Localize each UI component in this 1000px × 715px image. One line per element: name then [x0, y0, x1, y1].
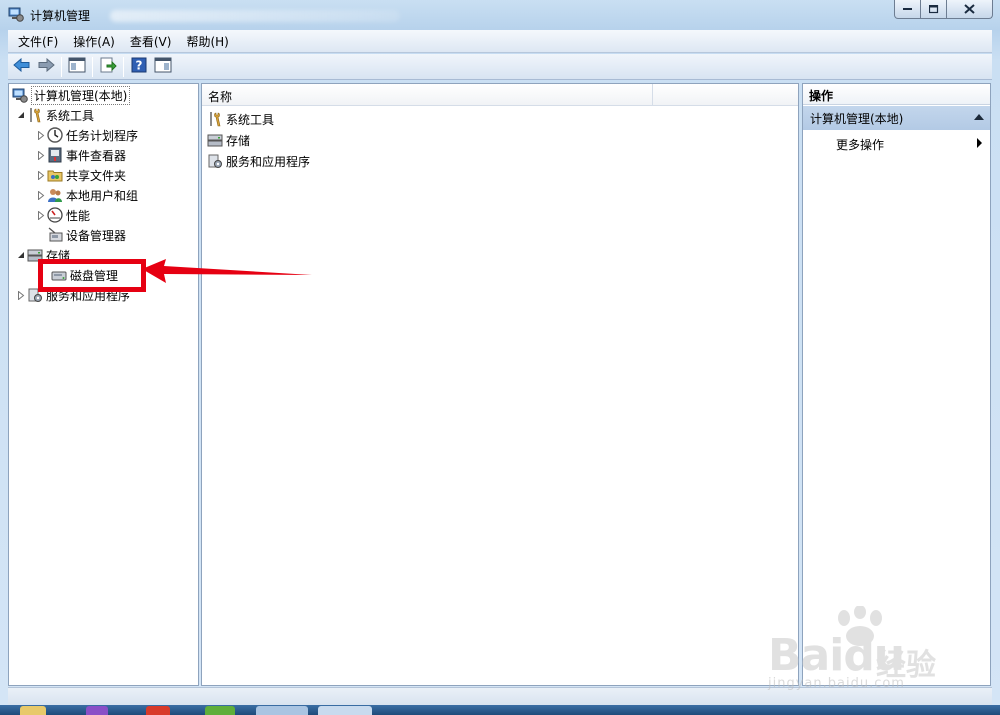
services-icon	[207, 153, 223, 169]
tree-item-performance[interactable]: 性能	[35, 205, 90, 225]
list-item[interactable]: 系统工具	[207, 109, 274, 129]
back-icon	[13, 57, 31, 75]
taskbar-button[interactable]	[86, 706, 108, 715]
list-item-label: 服务和应用程序	[226, 154, 311, 169]
taskbar-button[interactable]	[205, 706, 235, 715]
tree-item-device-manager[interactable]: 设备管理器	[47, 225, 126, 245]
help-icon: ?	[131, 57, 147, 76]
close-button[interactable]	[947, 0, 993, 19]
menu-action[interactable]: 操作(A)	[68, 33, 120, 50]
svg-text:?: ?	[136, 59, 143, 73]
taskbar-button[interactable]	[318, 706, 372, 715]
actions-section[interactable]: 计算机管理(本地)	[803, 106, 990, 130]
collapsed-arrow-icon[interactable]	[35, 129, 47, 141]
submenu-arrow-icon[interactable]	[977, 138, 982, 148]
collapsed-arrow-icon[interactable]	[35, 149, 47, 161]
list-item-label: 系统工具	[226, 112, 275, 127]
export-list-button[interactable]	[97, 56, 119, 78]
toolbar-separator	[123, 56, 124, 77]
users-icon	[47, 187, 63, 203]
show-hide-tree-icon	[68, 57, 86, 76]
event-viewer-icon	[47, 147, 63, 163]
list-item-label: 存储	[226, 133, 251, 148]
actions-section-label: 计算机管理(本地)	[810, 112, 904, 126]
actions-pane: 操作 计算机管理(本地) 更多操作	[802, 83, 991, 686]
menu-view[interactable]: 查看(V)	[125, 33, 177, 50]
export-list-icon	[99, 57, 117, 76]
tools-icon	[27, 107, 43, 123]
back-button[interactable]	[11, 56, 33, 78]
forward-button[interactable]	[35, 56, 57, 78]
tree-item-root[interactable]: 计算机管理(本地)	[12, 85, 131, 105]
collapsed-arrow-icon[interactable]	[35, 189, 47, 201]
list-item[interactable]: 服务和应用程序	[207, 151, 310, 171]
tree-label: 本地用户和组	[66, 188, 139, 203]
tree-label: 事件查看器	[66, 148, 127, 163]
list-header: 名称	[202, 84, 798, 106]
tree-label: 任务计划程序	[66, 128, 139, 143]
tree-item-shared-folders[interactable]: 共享文件夹	[35, 165, 126, 185]
expanded-arrow-icon[interactable]	[15, 109, 27, 121]
computer-management-icon	[8, 6, 24, 22]
performance-icon	[47, 207, 63, 223]
window-title: 计算机管理	[30, 9, 91, 23]
taskbar-button[interactable]	[256, 706, 308, 715]
tree-item-system-tools[interactable]: 系统工具	[15, 105, 94, 125]
taskbar-button[interactable]	[20, 706, 46, 715]
taskbar-button[interactable]	[146, 706, 170, 715]
show-hide-action-pane-icon	[154, 57, 172, 76]
tree-label: 系统工具	[46, 108, 95, 123]
collapse-up-icon[interactable]	[974, 114, 984, 120]
tree-item-local-users-groups[interactable]: 本地用户和组	[35, 185, 138, 205]
caption-buttons	[894, 0, 993, 19]
collapsed-arrow-icon[interactable]	[35, 169, 47, 181]
storage-icon	[207, 132, 223, 148]
menu-bar: 文件(F) 操作(A) 查看(V) 帮助(H)	[8, 30, 992, 53]
device-manager-icon	[47, 227, 63, 243]
show-hide-tree-button[interactable]	[66, 56, 88, 78]
show-hide-action-pane-button[interactable]	[152, 56, 174, 78]
baidu-watermark: Baidu 经验 jingyan.baidu.com	[760, 606, 960, 696]
clock-icon	[47, 127, 63, 143]
minimize-button[interactable]	[894, 0, 921, 19]
tree-label: 共享文件夹	[66, 168, 127, 183]
more-actions-item[interactable]: 更多操作	[836, 136, 884, 153]
list-item[interactable]: 存储	[207, 130, 250, 150]
tree-item-task-scheduler[interactable]: 任务计划程序	[35, 125, 138, 145]
annotation-arrow-icon	[142, 259, 312, 283]
title-bar[interactable]: 计算机管理	[0, 0, 1000, 30]
maximize-button[interactable]	[921, 0, 947, 19]
results-pane[interactable]: 名称 系统工具 存储 服务和应用程序	[201, 83, 799, 686]
highlight-box	[38, 259, 146, 292]
watermark-url: jingyan.baidu.com	[768, 676, 905, 691]
collapsed-arrow-icon[interactable]	[15, 289, 27, 301]
tree-label: 计算机管理(本地)	[31, 85, 131, 105]
tools-icon	[207, 111, 223, 127]
title-blur	[110, 10, 400, 22]
collapsed-arrow-icon[interactable]	[35, 209, 47, 221]
forward-icon	[37, 57, 55, 75]
tree-label: 性能	[66, 208, 91, 223]
toolbar-separator	[92, 56, 93, 77]
menu-help[interactable]: 帮助(H)	[181, 33, 233, 50]
expanded-arrow-icon[interactable]	[15, 249, 27, 261]
column-divider[interactable]	[652, 84, 653, 106]
actions-header: 操作	[803, 84, 990, 105]
computer-management-icon	[12, 87, 28, 103]
menu-file[interactable]: 文件(F)	[13, 33, 63, 50]
help-button[interactable]: ?	[128, 56, 150, 78]
console-tree[interactable]: 计算机管理(本地) 系统工具 任务计划程序 事件查看器 共享文件夹 本地用户和组…	[8, 83, 199, 686]
column-header-name[interactable]: 名称	[208, 88, 232, 105]
toolbar: ?	[8, 54, 992, 80]
shared-folder-icon	[47, 167, 63, 183]
toolbar-separator	[61, 56, 62, 77]
tree-item-event-viewer[interactable]: 事件查看器	[35, 145, 126, 165]
tree-label: 设备管理器	[66, 228, 127, 243]
